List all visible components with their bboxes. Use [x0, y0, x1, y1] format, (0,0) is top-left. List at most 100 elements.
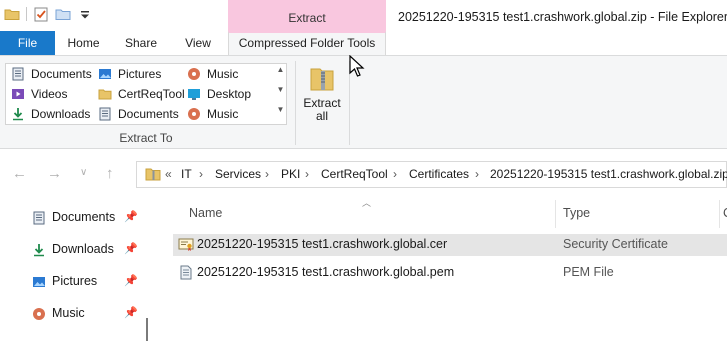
breadcrumb-overflow[interactable]: « [165, 162, 172, 187]
properties-icon[interactable] [33, 6, 49, 22]
title-bar: Extract 20251220-195315 test1.crashwork.… [0, 0, 727, 31]
file-row[interactable]: 20251220-195315 test1.crashwork.global.p… [173, 262, 727, 284]
extract-all-icon [306, 63, 338, 95]
column-header-type[interactable]: Type [563, 206, 590, 220]
gallery-item-documents[interactable]: Documents [11, 65, 92, 83]
gallery-item-label: Desktop [207, 87, 252, 101]
music-icon [187, 107, 201, 121]
quick-access-toolbar [4, 6, 93, 22]
extract-all-button[interactable]: Extract all [300, 63, 344, 127]
breadcrumb-separator[interactable]: › [305, 162, 309, 187]
window-title: 20251220-195315 test1.crashwork.global.z… [398, 10, 727, 24]
gallery-item-music-2[interactable]: Music [187, 105, 238, 123]
sort-ascending-icon: ︿ [362, 198, 372, 208]
gallery-item-pictures[interactable]: Pictures [98, 65, 161, 83]
music-icon [32, 306, 46, 320]
back-arrow-icon[interactable]: ← [12, 165, 27, 182]
gallery-item-label: Music [207, 107, 239, 121]
tab-view[interactable]: View [170, 31, 226, 55]
pictures-icon [98, 67, 112, 81]
videos-icon [11, 87, 25, 101]
nav-item-pictures[interactable]: Pictures [32, 270, 98, 292]
address-bar[interactable]: « IT › Services › PKI › CertReqTool › Ce… [136, 161, 727, 188]
breadcrumb-separator[interactable]: › [475, 162, 479, 187]
gallery-scroll-down-icon[interactable]: ▼ [274, 85, 287, 105]
gallery-item-downloads[interactable]: Downloads [11, 105, 90, 123]
ribbon-tabs: File Home Share View Compressed Folder T… [0, 31, 727, 56]
breadcrumb-pki[interactable]: PKI [281, 162, 300, 187]
gallery-scroll-up-icon[interactable]: ▲ [274, 65, 287, 85]
gallery-item-label: Videos [31, 87, 68, 101]
breadcrumb-separator[interactable]: › [265, 162, 269, 187]
gallery-item-label: CertReqTool [118, 87, 185, 101]
navigation-pane: Documents 📌 Downloads 📌 Pictures 📌 Music… [0, 200, 150, 341]
folder-icon[interactable] [4, 6, 20, 22]
pin-icon[interactable]: 📌 [124, 274, 138, 287]
gallery-item-desktop[interactable]: Desktop [187, 85, 251, 103]
gallery-item-music[interactable]: Music [187, 65, 238, 83]
column-headers: ︿ Name Type C [172, 198, 727, 228]
breadcrumb-certificates[interactable]: Certificates [409, 162, 469, 187]
gallery-item-label: Documents [31, 67, 92, 81]
file-name: 20251220-195315 test1.crashwork.global.c… [197, 237, 448, 251]
new-folder-icon[interactable] [55, 6, 71, 22]
gallery-item-label: Pictures [118, 67, 162, 81]
file-name: 20251220-195315 test1.crashwork.global.p… [197, 265, 455, 279]
folder-icon [98, 87, 112, 101]
forward-arrow-icon[interactable]: → [47, 165, 62, 182]
nav-item-downloads[interactable]: Downloads [34, 238, 114, 260]
pem-file-icon [178, 265, 194, 280]
pin-icon[interactable]: 📌 [124, 242, 138, 255]
file-type: PEM File [563, 265, 614, 279]
pin-icon[interactable]: 📌 [124, 210, 138, 223]
zip-folder-icon [145, 167, 161, 181]
breadcrumb-certreqtool[interactable]: CertReqTool [321, 162, 388, 187]
music-icon [187, 67, 201, 81]
nav-item-label: Documents [52, 210, 116, 224]
nav-pane-scrollbar[interactable] [146, 318, 148, 341]
gallery-more-icon[interactable]: ▼ [274, 105, 287, 125]
gallery-item-videos[interactable]: Videos [11, 85, 67, 103]
column-header-next[interactable]: C [723, 206, 727, 220]
toolbar-divider [26, 7, 27, 21]
navigation-bar: ← → ∨ ↑ « IT › Services › PKI › CertReqT… [0, 157, 727, 191]
gallery-item-documents-2[interactable]: Documents [98, 105, 179, 123]
file-row[interactable]: 20251220-195315 test1.crashwork.global.c… [173, 234, 727, 256]
breadcrumb-zip[interactable]: 20251220-195315 test1.crashwork.global.z… [490, 162, 727, 187]
mouse-pointer-icon [349, 54, 365, 77]
gallery-item-label: Downloads [31, 107, 91, 121]
documents-icon [11, 67, 25, 81]
certificate-icon [178, 237, 194, 252]
documents-icon [98, 107, 112, 121]
column-divider[interactable] [555, 200, 556, 228]
extract-to-gallery: Documents Videos Downloads Pictures Cert… [5, 63, 287, 125]
context-tab-header: Extract [228, 0, 386, 31]
recent-locations-dropdown-icon[interactable]: ∨ [80, 167, 87, 178]
nav-item-label: Pictures [52, 274, 98, 288]
breadcrumb-separator[interactable]: › [199, 162, 203, 187]
pictures-icon [32, 274, 46, 288]
pin-icon[interactable]: 📌 [124, 306, 138, 319]
nav-item-label: Music [52, 306, 85, 320]
up-arrow-icon[interactable]: ↑ [106, 165, 114, 182]
column-header-name[interactable]: Name [189, 206, 222, 220]
downloads-icon [11, 107, 25, 121]
tab-home[interactable]: Home [55, 31, 112, 55]
breadcrumb-separator[interactable]: › [393, 162, 397, 187]
ribbon-divider [295, 61, 296, 145]
gallery-item-certreqtool[interactable]: CertReqTool [98, 85, 185, 103]
breadcrumb-services[interactable]: Services [215, 162, 261, 187]
nav-item-music[interactable]: Music [32, 302, 85, 324]
breadcrumb-it[interactable]: IT [181, 162, 192, 187]
group-label-extract-to: Extract To [119, 131, 173, 145]
column-divider[interactable] [719, 200, 720, 228]
nav-item-documents[interactable]: Documents [33, 206, 116, 228]
tab-share[interactable]: Share [112, 31, 170, 55]
file-type: Security Certificate [563, 237, 668, 251]
customize-dropdown-icon[interactable] [77, 6, 93, 22]
nav-item-label: Downloads [52, 242, 114, 256]
tab-file[interactable]: File [0, 31, 55, 55]
desktop-icon [187, 87, 201, 101]
tab-compressed-folder-tools[interactable]: Compressed Folder Tools [228, 31, 386, 56]
extract-all-label-2: all [315, 109, 328, 123]
